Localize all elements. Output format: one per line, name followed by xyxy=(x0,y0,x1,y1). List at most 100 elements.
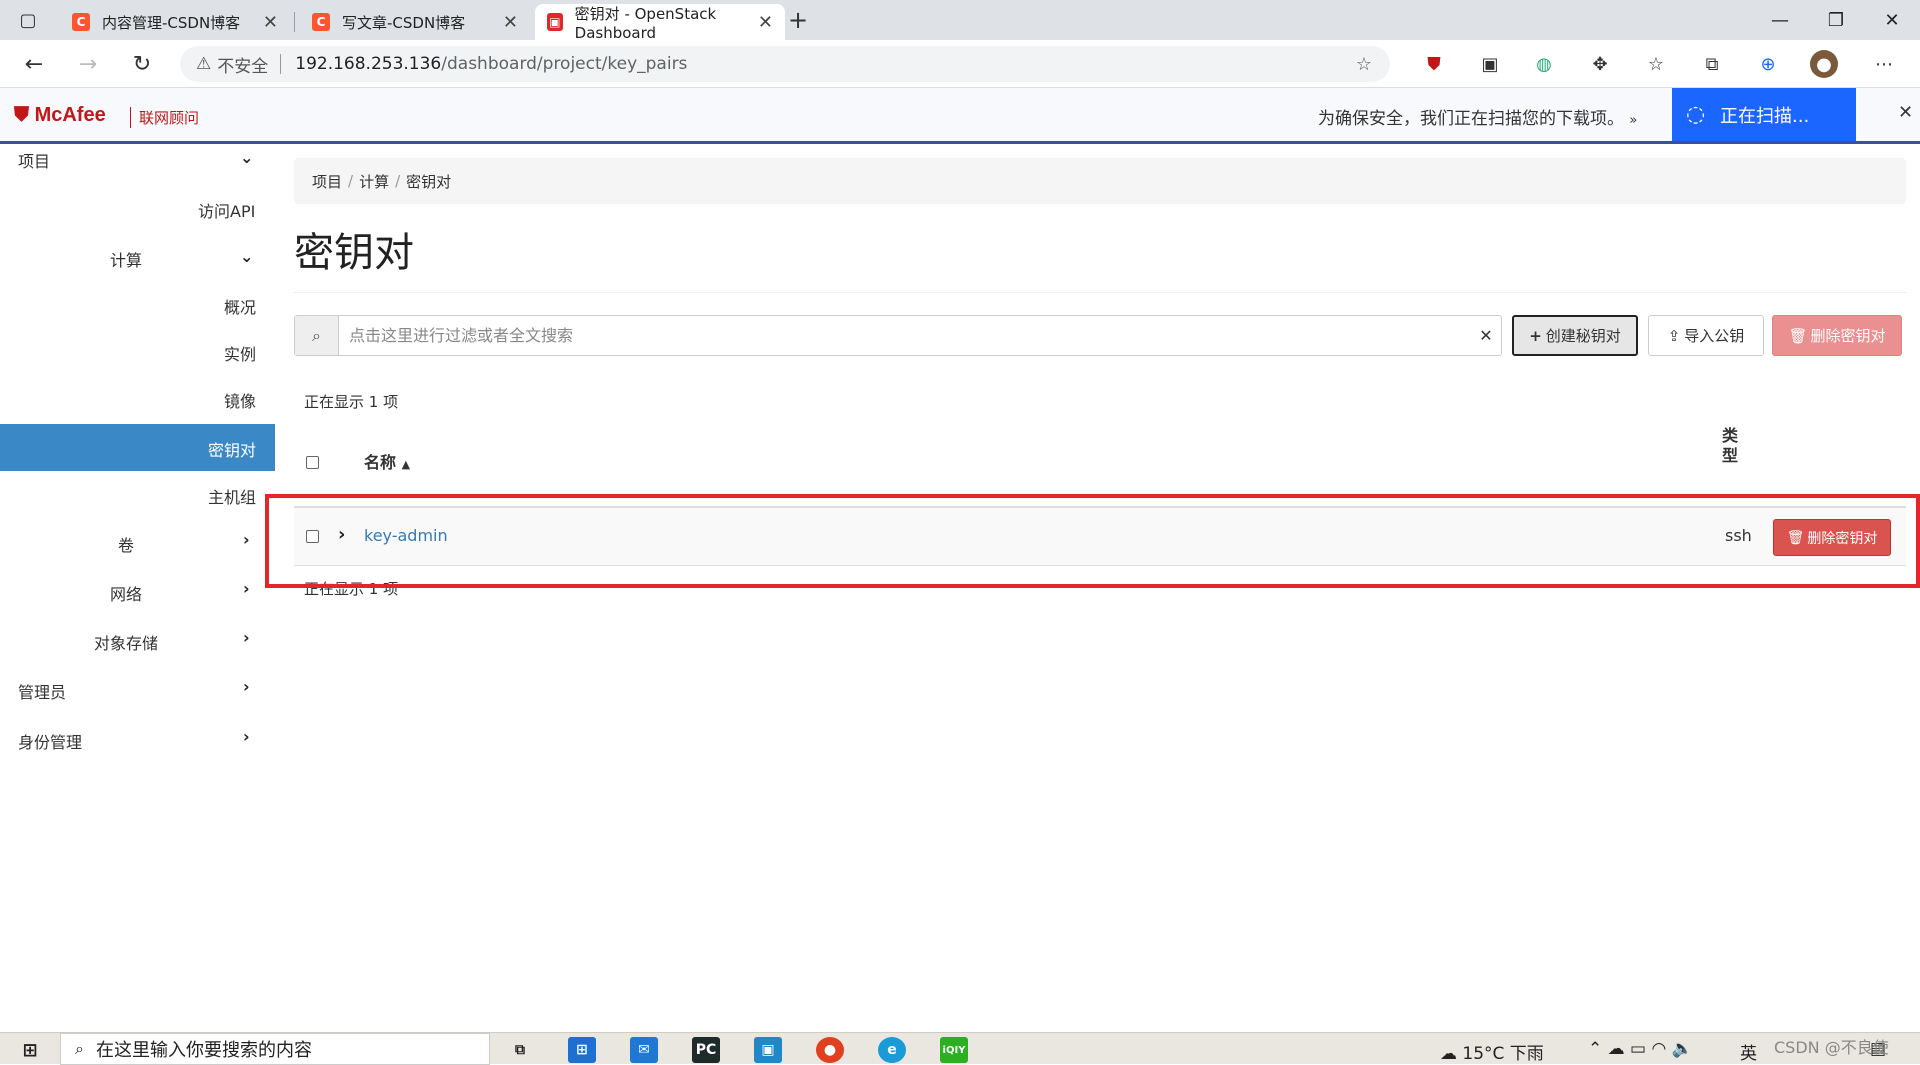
column-header-name[interactable]: 名称 ▲ xyxy=(364,449,410,473)
address-bar[interactable]: ⚠ 不安全 192.168.253.136/dashboard/project/… xyxy=(180,46,1390,82)
vmware-icon[interactable]: ▣ xyxy=(754,1037,782,1063)
sidebar-item-volumes[interactable]: 卷 xyxy=(118,532,134,556)
extension-icon[interactable]: ▣ xyxy=(1476,50,1504,78)
app-icon[interactable]: ● xyxy=(816,1037,844,1063)
edge-icon[interactable]: e xyxy=(878,1037,906,1063)
main-content: 项目/ 计算/ 密钥对 密钥对 ⌕ ✕ +创建秘钥对 ⇪导入公钥 🗑删除密钥对 … xyxy=(294,144,1906,1032)
favorites-icon[interactable]: ☆ xyxy=(1642,50,1670,78)
mcafee-notification-bar: ⛊ McAfee 联网顾问 为确保安全，我们正在扫描您的下载项。 » ◌ 正在扫… xyxy=(0,88,1920,144)
system-tray-icons[interactable]: ⌃ ☁ ▭ ◠ 🔈 xyxy=(1588,1039,1693,1059)
import-public-key-button[interactable]: ⇪ 导入公钥 xyxy=(1648,315,1764,356)
close-window-icon[interactable]: ✕ xyxy=(1864,0,1920,40)
create-keypair-button[interactable]: + 创建秘钥对 xyxy=(1512,315,1638,356)
store-icon[interactable]: ⊞ xyxy=(568,1037,596,1063)
browser-tab-bar: ▢ C 内容管理-CSDN博客 ✕ C 写文章-CSDN博客 ✕ ▣ 密钥对 -… xyxy=(0,0,1920,42)
ime-indicator[interactable]: 英 xyxy=(1740,1039,1757,1064)
search-icon: ⌕ xyxy=(295,316,339,355)
tab-divider xyxy=(294,12,295,32)
button-label: 删除密钥对 xyxy=(1810,327,1886,345)
pycharm-icon[interactable]: PC xyxy=(692,1037,720,1063)
column-header-type[interactable]: 类型 xyxy=(1722,426,1742,466)
omnibox-divider xyxy=(280,54,282,74)
windows-taskbar: ⊞ ⌕ 在这里输入你要搜索的内容 ⧉ ⊞ ✉ PC ▣ ● e iQIY ☁ 1… xyxy=(0,1032,1920,1065)
filter-search-group: ⌕ ✕ xyxy=(294,315,1502,356)
task-view-icon[interactable]: ⧉ xyxy=(506,1037,534,1063)
mcafee-scan-button[interactable]: ◌ 正在扫描... xyxy=(1672,88,1856,141)
delete-keypairs-button[interactable]: 🗑 删除密钥对 xyxy=(1772,315,1902,356)
tab-title: 写文章-CSDN博客 xyxy=(342,13,466,32)
breadcrumb-item[interactable]: 项目 xyxy=(312,171,342,192)
sidebar-item-overview[interactable]: 概况 xyxy=(224,294,256,318)
tab-openstack-keypairs[interactable]: ▣ 密钥对 - OpenStack Dashboard ✕ xyxy=(535,4,785,42)
add-favorite-icon[interactable]: ☆ xyxy=(1356,54,1372,75)
profile-avatar-icon[interactable]: ● xyxy=(1810,50,1838,78)
more-menu-icon[interactable]: ⋯ xyxy=(1870,50,1898,78)
sidebar-item-images[interactable]: 镜像 xyxy=(224,388,256,412)
tab-write-article[interactable]: C 写文章-CSDN博客 ✕ xyxy=(300,4,530,40)
sidebar-item-instances[interactable]: 实例 xyxy=(224,341,256,365)
mcafee-expand[interactable]: » xyxy=(1629,113,1637,128)
url-host: 192.168.253.136 xyxy=(295,54,442,74)
sidebar-item-api-access[interactable]: 访问API xyxy=(198,198,255,222)
sidebar-item-network[interactable]: 网络 xyxy=(110,581,142,605)
annotation-highlight-box xyxy=(265,494,1920,588)
extensions-puzzle-icon[interactable]: ✥ xyxy=(1586,50,1614,78)
close-tab-icon[interactable]: ✕ xyxy=(263,12,278,33)
sidebar-item-admin[interactable]: 管理员 xyxy=(18,679,66,703)
chevron-down-icon: ⌄ xyxy=(240,148,254,167)
chevron-down-icon: ⌄ xyxy=(240,247,254,266)
select-all-checkbox[interactable] xyxy=(306,456,319,469)
close-tab-icon[interactable]: ✕ xyxy=(503,12,518,33)
openstack-logo-icon: ▣ xyxy=(547,13,563,31)
security-label: 不安全 xyxy=(217,56,269,77)
breadcrumb-item[interactable]: 计算 xyxy=(359,171,389,192)
minimize-icon[interactable]: — xyxy=(1752,0,1808,40)
mcafee-shield-icon: ⛊ xyxy=(14,104,29,126)
chevron-right-icon: › xyxy=(243,727,250,746)
taskbar-search-placeholder: 在这里输入你要搜索的内容 xyxy=(95,1040,312,1061)
mcafee-extension-icon[interactable]: ⛊ xyxy=(1420,50,1448,78)
search-icon: ⌕ xyxy=(75,1039,84,1058)
windows-start-icon[interactable]: ⊞ xyxy=(16,1037,44,1063)
plus-icon: + xyxy=(1529,326,1542,345)
csdn-logo-icon: C xyxy=(72,13,90,31)
back-icon[interactable]: ← xyxy=(18,48,50,80)
sidebar-item-identity[interactable]: 身份管理 xyxy=(18,729,82,753)
taskbar-search[interactable]: ⌕ 在这里输入你要搜索的内容 xyxy=(60,1033,490,1065)
sort-asc-icon: ▲ xyxy=(401,458,411,471)
globe-extension-icon[interactable]: ◍ xyxy=(1530,50,1558,78)
sidebar-item-server-groups[interactable]: 主机组 xyxy=(208,484,256,508)
new-tab-icon[interactable]: + xyxy=(784,6,812,34)
refresh-icon[interactable]: ↻ xyxy=(126,48,158,80)
csdn-logo-icon: C xyxy=(312,13,330,31)
tab-actions-icon[interactable]: ▢ xyxy=(14,6,42,34)
close-tab-icon[interactable]: ✕ xyxy=(758,12,773,33)
restore-icon[interactable]: ❐ xyxy=(1808,0,1864,40)
clear-search-icon[interactable]: ✕ xyxy=(1471,326,1501,345)
sidebar-item-label: 密钥对 xyxy=(208,441,257,460)
url-path: /dashboard/project/key_pairs xyxy=(441,54,688,74)
breadcrumb-separator: / xyxy=(395,172,401,190)
weather-widget[interactable]: ☁ 15°C 下雨 xyxy=(1440,1039,1544,1064)
page-title: 密钥对 xyxy=(294,230,414,276)
search-input[interactable] xyxy=(339,316,1471,355)
breadcrumb: 项目 / 计算 / 密钥对 xyxy=(294,158,1906,204)
mcafee-brand: McAfee xyxy=(34,104,106,126)
item-count-top: 正在显示 1 项 xyxy=(304,393,399,411)
forward-icon[interactable]: → xyxy=(72,48,104,80)
collections-icon[interactable]: ⧉ xyxy=(1698,50,1726,78)
sidebar-item-compute[interactable]: 计算 xyxy=(110,247,142,271)
mcafee-close-icon[interactable]: ✕ xyxy=(1898,102,1913,123)
tab-content-management[interactable]: C 内容管理-CSDN博客 ✕ xyxy=(60,4,290,40)
sidebar-item-project[interactable]: 项目 xyxy=(18,148,50,172)
mail-icon[interactable]: ✉ xyxy=(630,1037,658,1063)
sidebar-nav: 项目 ⌄ 访问API 计算 ⌄ 概况 实例 镜像 密钥对 主机组 卷 › 网络 … xyxy=(0,144,275,1032)
iqiyi-icon[interactable]: iQIY xyxy=(940,1037,968,1063)
button-label: 导入公钥 xyxy=(1684,327,1745,345)
sidebar-item-key-pairs[interactable]: 密钥对 xyxy=(0,424,275,471)
downloads-icon[interactable]: ⊕ xyxy=(1754,50,1782,78)
sidebar-item-object-store[interactable]: 对象存储 xyxy=(94,630,158,654)
weather-icon: ☁ xyxy=(1440,1044,1457,1064)
chevron-right-icon: › xyxy=(243,579,250,598)
title-divider xyxy=(294,292,1906,293)
